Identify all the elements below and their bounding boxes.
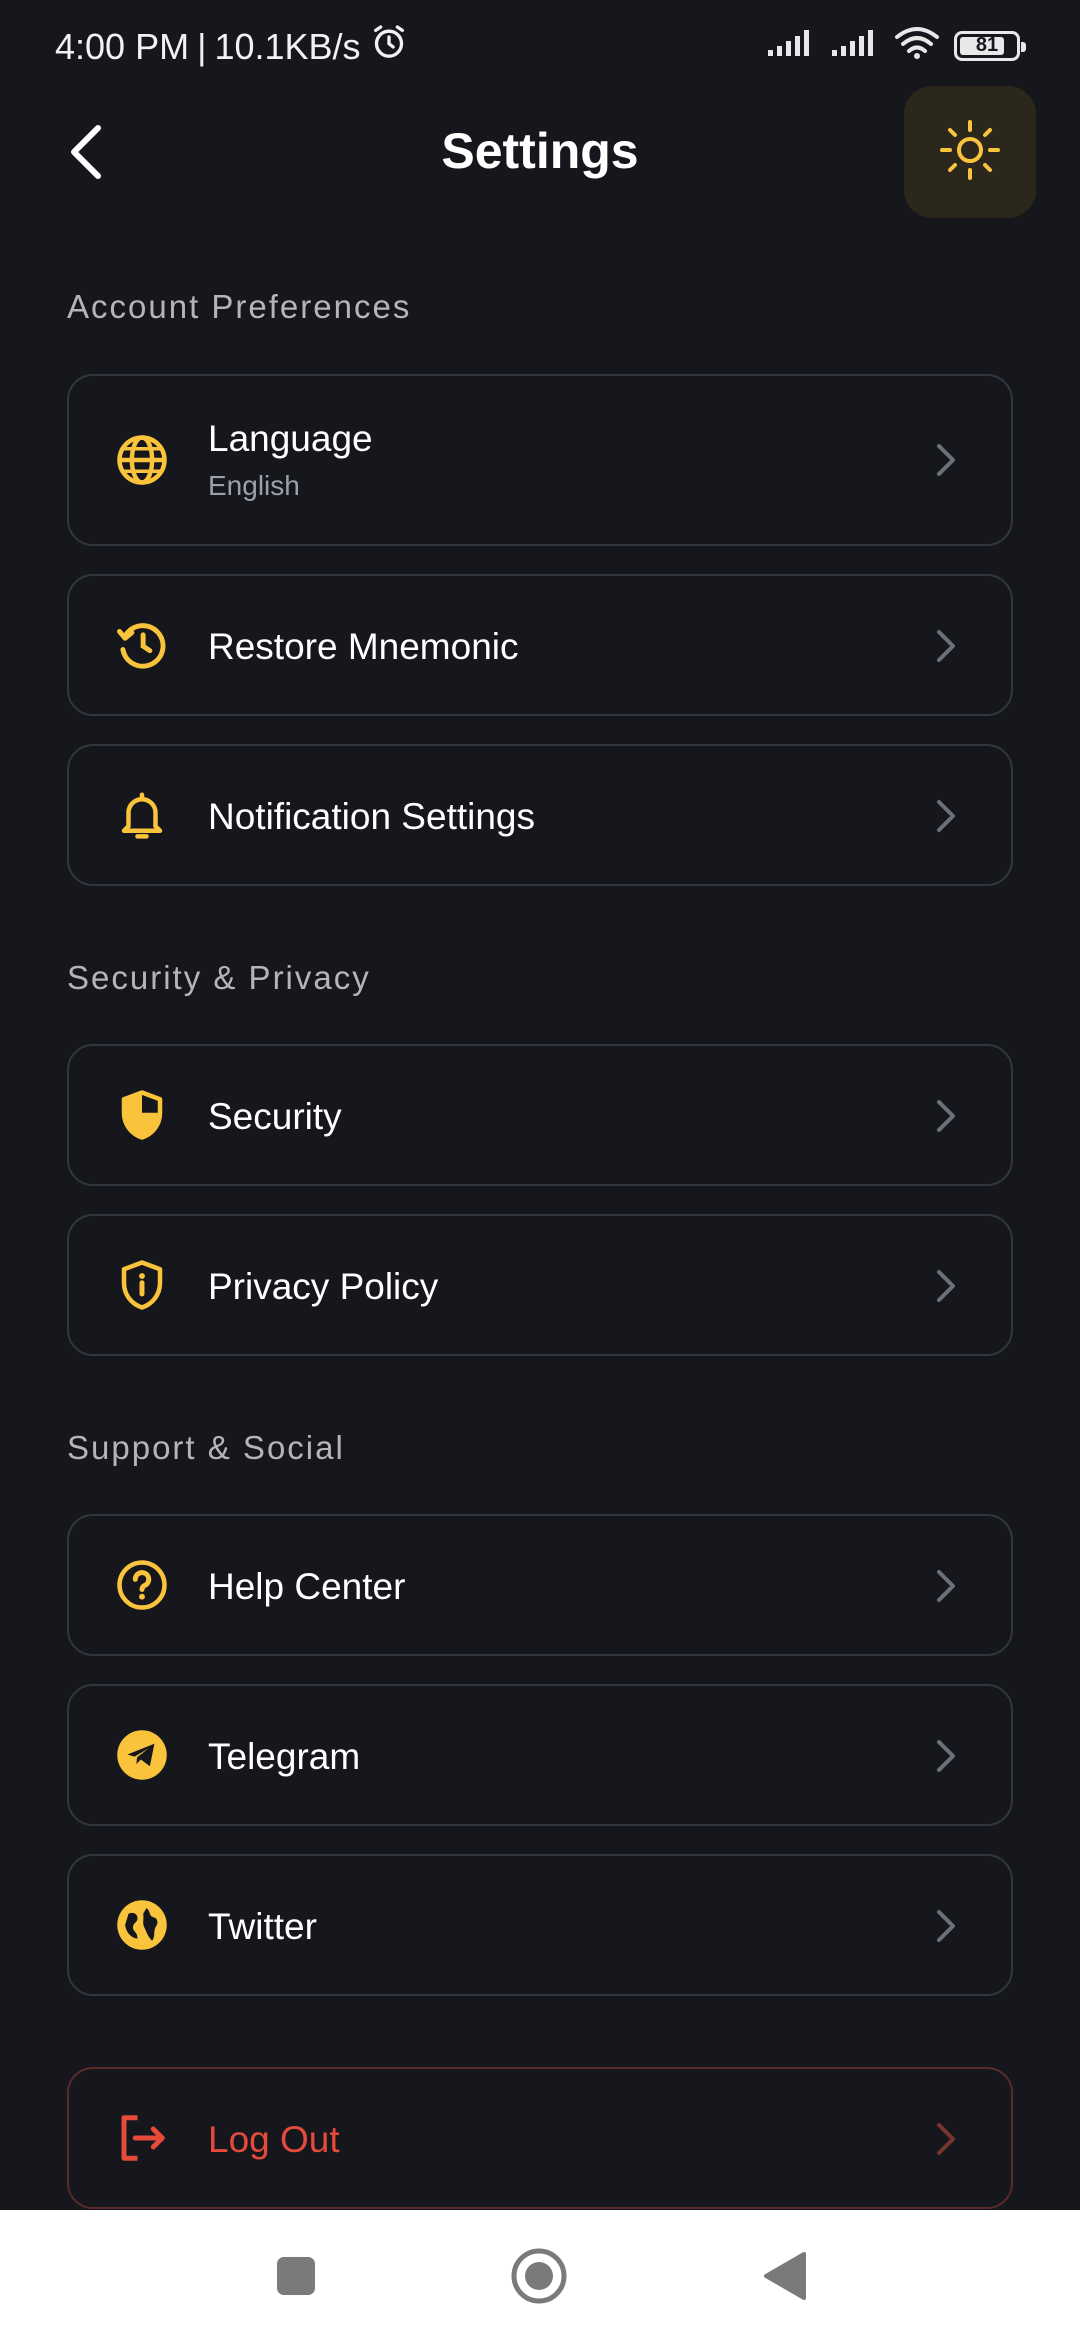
globe-filled-icon [115, 1898, 169, 1952]
settings-item-label: Security [208, 1096, 342, 1137]
settings-item-label: Privacy Policy [208, 1266, 439, 1307]
settings-item-help-center[interactable]: Help Center [67, 1514, 1013, 1656]
battery-icon: 81 [954, 30, 1026, 61]
chevron-right-icon [931, 1096, 961, 1136]
section-title-account-preferences: Account Preferences [67, 288, 412, 325]
theme-toggle-button[interactable] [904, 86, 1036, 218]
settings-item-label: Language [208, 418, 373, 459]
settings-item-value: English [208, 470, 300, 501]
section-title-support-social: Support & Social [67, 1429, 345, 1466]
settings-item-label: Twitter [208, 1906, 317, 1947]
sun-icon [938, 118, 1002, 187]
status-left: 4:00 PM | 10.1KB/s [55, 22, 409, 71]
logout-icon [115, 2111, 169, 2165]
question-circle-icon [115, 1558, 169, 1612]
settings-item-security[interactable]: Security [67, 1044, 1013, 1186]
history-icon [115, 618, 169, 672]
recent-apps-button[interactable] [266, 2248, 326, 2308]
bell-icon [115, 788, 169, 842]
back-nav-button[interactable] [754, 2248, 814, 2308]
chevron-right-icon [931, 440, 961, 480]
status-bar: 4:00 PM | 10.1KB/s 81 [0, 0, 1080, 96]
settings-item-notification-settings[interactable]: Notification Settings [67, 744, 1013, 886]
network-speed: 10.1KB/s [214, 25, 361, 67]
alarm-icon [369, 22, 409, 71]
settings-item-label: Help Center [208, 1566, 406, 1607]
home-circle-icon [509, 2246, 569, 2311]
settings-item-language[interactable]: Language English [67, 374, 1013, 546]
triangle-back-icon [760, 2250, 808, 2307]
settings-item-label: Telegram [208, 1736, 361, 1777]
status-right: 81 [766, 26, 1026, 65]
settings-item-privacy-policy[interactable]: Privacy Policy [67, 1214, 1013, 1356]
chevron-right-icon [931, 1736, 961, 1776]
square-icon [274, 2254, 318, 2303]
chevron-right-icon [931, 626, 961, 666]
settings-item-label: Restore Mnemonic [208, 626, 519, 667]
chevron-right-icon [931, 2119, 961, 2159]
home-button[interactable] [509, 2248, 569, 2308]
status-time: 4:00 PM [55, 25, 190, 67]
globe-icon [115, 433, 169, 487]
signal-icon [766, 28, 816, 63]
logout-button[interactable]: Log Out [67, 2067, 1013, 2209]
battery-level: 81 [975, 34, 999, 56]
logout-label: Log Out [208, 2119, 340, 2160]
wifi-icon [894, 26, 940, 65]
status-separator: | [197, 25, 207, 67]
shield-icon [115, 1088, 169, 1142]
settings-item-label: Notification Settings [208, 796, 536, 837]
section-title-security-privacy: Security & Privacy [67, 959, 371, 996]
header: Settings [0, 86, 1080, 220]
signal-icon-2 [830, 28, 880, 63]
chevron-right-icon [931, 1906, 961, 1946]
telegram-icon [115, 1728, 169, 1782]
settings-item-twitter[interactable]: Twitter [67, 1854, 1013, 1996]
shield-info-icon [115, 1258, 169, 1312]
chevron-right-icon [931, 796, 961, 836]
chevron-right-icon [931, 1266, 961, 1306]
system-nav-bar [0, 2210, 1080, 2340]
chevron-right-icon [931, 1566, 961, 1606]
settings-item-telegram[interactable]: Telegram [67, 1684, 1013, 1826]
settings-item-restore-mnemonic[interactable]: Restore Mnemonic [67, 574, 1013, 716]
